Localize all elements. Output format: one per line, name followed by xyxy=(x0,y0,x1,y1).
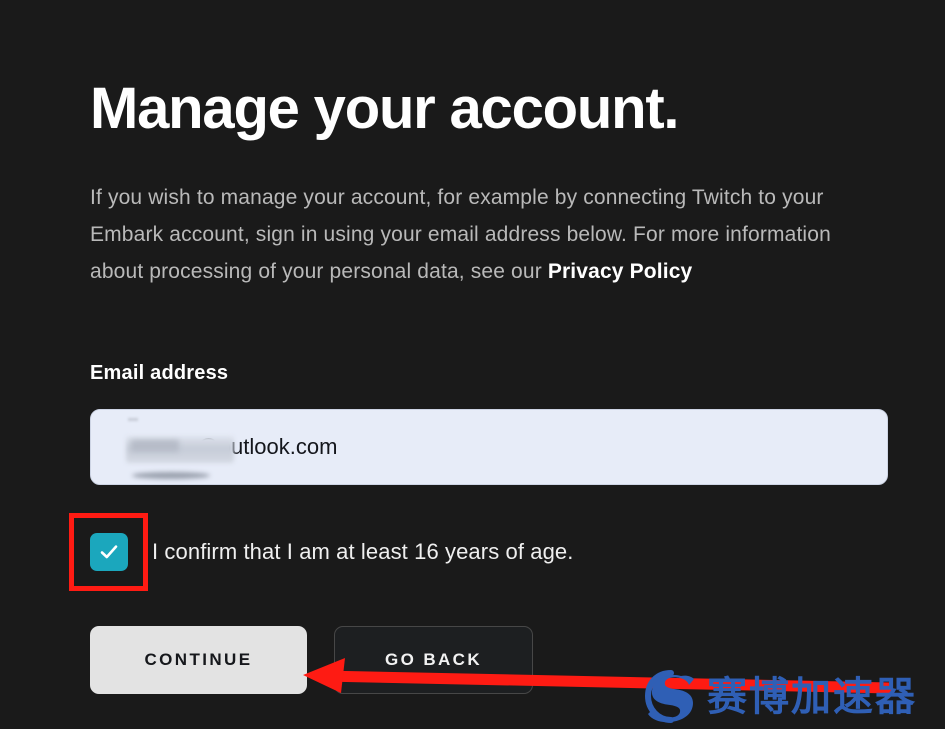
email-input[interactable] xyxy=(90,409,888,485)
check-icon xyxy=(97,540,121,564)
cyber-s-logo-icon xyxy=(644,670,697,724)
email-field-label: Email address xyxy=(90,362,229,384)
form-actions: CONTINUE GO BACK xyxy=(90,626,533,694)
watermark: 赛博加速器 xyxy=(644,670,917,724)
intro-paragraph: If you wish to manage your account, for … xyxy=(90,179,890,290)
go-back-button[interactable]: GO BACK xyxy=(334,626,533,694)
privacy-policy-link[interactable]: Privacy Policy xyxy=(548,260,693,283)
age-confirmation-label: I confirm that I am at least 16 years of… xyxy=(152,539,574,564)
intro-text: If you wish to manage your account, for … xyxy=(90,186,831,283)
watermark-text: 赛博加速器 xyxy=(707,674,917,720)
email-input-wrapper xyxy=(90,409,888,485)
continue-button[interactable]: CONTINUE xyxy=(90,626,307,694)
page-title: Manage your account. xyxy=(90,75,680,141)
manage-account-page: Manage your account. If you wish to mana… xyxy=(0,0,945,729)
age-confirmation-checkbox[interactable] xyxy=(90,533,128,571)
age-confirmation-row: I confirm that I am at least 16 years of… xyxy=(90,533,573,571)
